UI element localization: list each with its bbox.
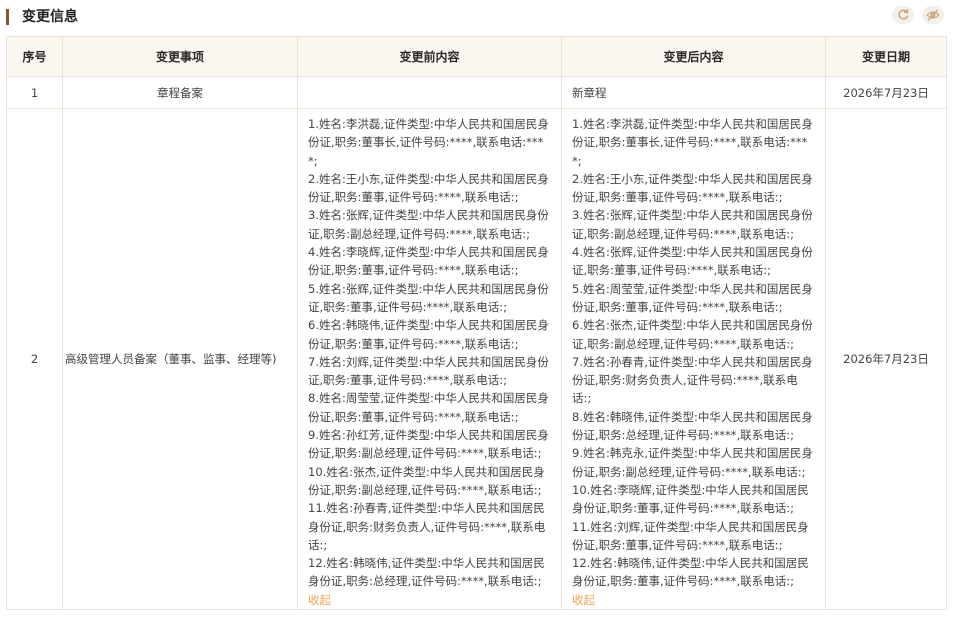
before-entry: 6.姓名:韩晓伟,证件类型:中华人民共和国居民身份证,职务:董事,证件号码:**…: [308, 318, 549, 351]
section-title: 变更信息: [22, 9, 78, 25]
collapse-after-link[interactable]: 收起: [572, 593, 595, 607]
header-change-item: 变更事项: [62, 36, 298, 77]
after-entry: 1.姓名:李洪磊,证件类型:中华人民共和国居民身份证,职务:董事长,证件号码:*…: [572, 117, 813, 168]
before-entry: 3.姓名:张辉,证件类型:中华人民共和国居民身份证,职务:副总经理,证件号码:*…: [308, 208, 549, 241]
after-entry: 10.姓名:李晓辉,证件类型:中华人民共和国居民身份证,职务:董事,证件号码:*…: [572, 482, 809, 516]
header-change-date: 变更日期: [825, 36, 947, 77]
before-entry: 10.姓名:张杰,证件类型:中华人民共和国居民身份证,职务:副总经理,证件号码:…: [308, 464, 545, 497]
after-entry: 6.姓名:张杰,证件类型:中华人民共和国居民身份证,职务:副总经理,证件号码:*…: [572, 318, 813, 351]
row-index: 2: [6, 107, 63, 611]
row-after-content: 1.姓名:李洪磊,证件类型:中华人民共和国居民身份证,职务:董事长,证件号码:*…: [561, 107, 826, 611]
before-entry: 2.姓名:王小东,证件类型:中华人民共和国居民身份证,职务:董事,证件号码:**…: [308, 171, 549, 205]
before-entry: 4.姓名:李晓辉,证件类型:中华人民共和国居民身份证,职务:董事,证件号码:**…: [308, 245, 549, 278]
row-before-content: [297, 76, 562, 109]
after-entry: 5.姓名:周莹莹,证件类型:中华人民共和国居民身份证,职务:董事,证件号码:**…: [572, 281, 813, 314]
after-entry: 8.姓名:韩晓伟,证件类型:中华人民共和国居民身份证,职务:总经理,证件号码:*…: [572, 409, 813, 443]
header-before-content: 变更前内容: [297, 36, 562, 77]
row-change-date: 2026年7月23日: [825, 76, 947, 109]
before-entry: 9.姓名:孙红芳,证件类型:中华人民共和国居民身份证,职务:副总经理,证件号码:…: [308, 428, 549, 461]
title-accent-bar: [6, 9, 9, 25]
before-entry: 7.姓名:刘辉,证件类型:中华人民共和国居民身份证,职务:董事,证件号码:***…: [308, 354, 549, 388]
section-header: 变更信息: [0, 0, 960, 36]
refresh-icon: [898, 9, 909, 20]
header-index: 序号: [6, 36, 63, 77]
row-after-content: 新章程: [561, 76, 826, 109]
after-entry: 7.姓名:孙春青,证件类型:中华人民共和国居民身份证,职务:财务负责人,证件号码…: [572, 354, 813, 406]
row-change-item: 高级管理人员备案（董事、监事、经理等): [62, 107, 298, 611]
change-info-table: 序号 变更事项 变更前内容 变更后内容 变更日期 1 章程备案 新章程 2026…: [6, 36, 947, 611]
table-row: 2 高级管理人员备案（董事、监事、经理等) 1.姓名:李洪磊,证件类型:中华人民…: [6, 107, 947, 611]
collapse-before-link[interactable]: 收起: [308, 593, 331, 607]
after-entry: 11.姓名:刘辉,证件类型:中华人民共和国居民身份证,职务:董事,证件号码:**…: [572, 519, 809, 552]
eye-off-icon: [926, 9, 940, 21]
before-entry: 5.姓名:张辉,证件类型:中华人民共和国居民身份证,职务:董事,证件号码:***…: [308, 281, 549, 314]
after-entry: 4.姓名:张辉,证件类型:中华人民共和国居民身份证,职务:董事,证件号码:***…: [572, 245, 813, 278]
header-after-content: 变更后内容: [561, 36, 826, 77]
before-entry: 11.姓名:孙春青,证件类型:中华人民共和国居民身份证,职务:财务负责人,证件号…: [308, 501, 546, 552]
row-change-item: 章程备案: [62, 76, 298, 109]
refresh-button[interactable]: [892, 6, 914, 24]
before-entry: 1.姓名:李洪磊,证件类型:中华人民共和国居民身份证,职务:董事长,证件号码:*…: [308, 117, 549, 168]
row-before-content: 1.姓名:李洪磊,证件类型:中华人民共和国居民身份证,职务:董事长,证件号码:*…: [297, 107, 562, 611]
after-entry: 12.姓名:韩晓伟,证件类型:中华人民共和国居民身份证,职务:董事,证件号码:*…: [572, 556, 809, 589]
before-entry: 8.姓名:周莹莹,证件类型:中华人民共和国居民身份证,职务:董事,证件号码:**…: [308, 391, 549, 424]
row-change-date: 2026年7月23日: [825, 107, 947, 611]
table-header-row: 序号 变更事项 变更前内容 变更后内容 变更日期: [6, 36, 947, 77]
row-index: 1: [6, 76, 63, 109]
after-entry: 9.姓名:韩克永,证件类型:中华人民共和国居民身份证,职务:副总经理,证件号码:…: [572, 446, 813, 479]
after-entry: 3.姓名:张辉,证件类型:中华人民共和国居民身份证,职务:副总经理,证件号码:*…: [572, 208, 813, 241]
table-row: 1 章程备案 新章程 2026年7月23日: [6, 76, 947, 109]
toggle-visibility-button[interactable]: [922, 6, 944, 24]
before-entry: 12.姓名:韩晓伟,证件类型:中华人民共和国居民身份证,职务:总经理,证件号码:…: [308, 556, 545, 589]
after-entry: 2.姓名:王小东,证件类型:中华人民共和国居民身份证,职务:董事,证件号码:**…: [572, 171, 813, 205]
